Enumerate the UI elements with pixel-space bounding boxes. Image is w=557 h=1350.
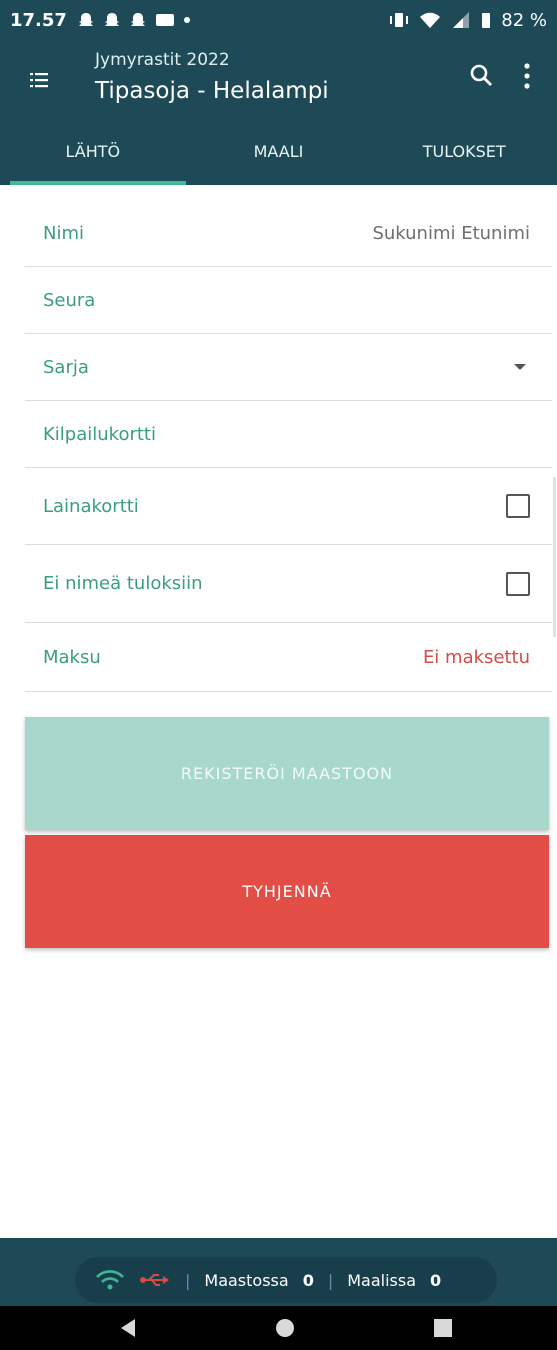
registration-form: Nimi Sukunimi Etunimi Seura Sarja Kilpai… — [25, 200, 552, 692]
more-vert-icon[interactable] — [522, 62, 532, 90]
hide-name-row: Ei nimeä tuloksiin — [25, 545, 552, 623]
tab-lahto[interactable]: LÄHTÖ — [0, 136, 186, 185]
in-forest-label: Maastossa — [204, 1270, 289, 1290]
home-icon[interactable] — [276, 1319, 294, 1337]
rental-card-row: Lainakortti — [25, 468, 552, 545]
battery-icon — [482, 13, 491, 28]
payment-status: Ei maksettu — [422, 646, 530, 668]
page-title: Tipasoja - Helalampi — [95, 78, 329, 104]
hide-name-label: Ei nimeä tuloksiin — [43, 573, 203, 594]
notification-icons — [77, 11, 191, 29]
wifi-icon — [96, 1270, 124, 1290]
register-button[interactable]: REKISTERÖI MAASTOON — [25, 717, 549, 830]
search-icon[interactable] — [468, 62, 494, 88]
name-label: Nimi — [43, 222, 85, 244]
hide-name-checkbox[interactable] — [506, 571, 530, 596]
system-nav-bar — [0, 1306, 557, 1350]
finished-label: Maalissa — [347, 1270, 416, 1290]
class-label: Sarja — [43, 356, 89, 378]
status-time: 17.57 — [10, 9, 67, 31]
separator: | — [327, 1270, 334, 1290]
status-bar: 17.57 82 % — [0, 0, 557, 40]
tab-tulokset[interactable]: TULOKSET — [371, 136, 557, 185]
competition-card-label: Kilpailukortti — [43, 423, 156, 445]
club-field[interactable]: Seura — [25, 267, 552, 334]
rental-card-checkbox[interactable] — [506, 494, 530, 518]
connection-status-pill: | Maastossa 0 | Maalissa 0 — [75, 1257, 497, 1303]
event-subtitle: Jymyrastit 2022 — [95, 50, 230, 70]
tab-maali[interactable]: MAALI — [186, 136, 372, 185]
finished-count: 0 — [430, 1270, 442, 1290]
in-forest-count: 0 — [302, 1270, 314, 1290]
club-label: Seura — [43, 289, 96, 311]
scrollbar[interactable] — [553, 477, 556, 637]
bottom-status-bar: | Maastossa 0 | Maalissa 0 — [0, 1238, 557, 1306]
clear-button[interactable]: TYHJENNÄ — [25, 835, 549, 948]
recent-apps-icon[interactable] — [434, 1319, 452, 1337]
class-select[interactable]: Sarja — [25, 334, 552, 401]
usb-icon — [140, 1274, 169, 1286]
snapchat-icon — [77, 13, 94, 26]
app-bar: Jymyrastit 2022 Tipasoja - Helalampi LÄH… — [0, 40, 557, 185]
back-icon[interactable] — [120, 1318, 136, 1338]
separator: | — [185, 1270, 191, 1290]
menu-icon[interactable] — [27, 68, 51, 92]
snapchat-icon — [129, 13, 146, 26]
name-placeholder: Sukunimi Etunimi — [372, 222, 530, 244]
payment-row: Maksu Ei maksettu — [25, 623, 552, 692]
system-icons: 82 % — [389, 10, 547, 31]
dot-icon — [183, 17, 190, 23]
message-icon — [155, 14, 174, 26]
payment-label: Maksu — [43, 646, 101, 668]
vibrate-icon — [390, 13, 409, 27]
dropdown-caret-icon[interactable] — [514, 364, 526, 370]
competition-card-field[interactable]: Kilpailukortti — [25, 401, 552, 468]
tab-bar: LÄHTÖ MAALI TULOKSET — [0, 136, 557, 185]
name-field[interactable]: Nimi Sukunimi Etunimi — [25, 200, 552, 267]
snapchat-icon — [103, 13, 120, 26]
rental-card-label: Lainakortti — [43, 495, 139, 517]
signal-icon — [453, 12, 470, 28]
wifi-status-icon — [420, 12, 441, 28]
battery-level: 82 % — [501, 9, 547, 31]
